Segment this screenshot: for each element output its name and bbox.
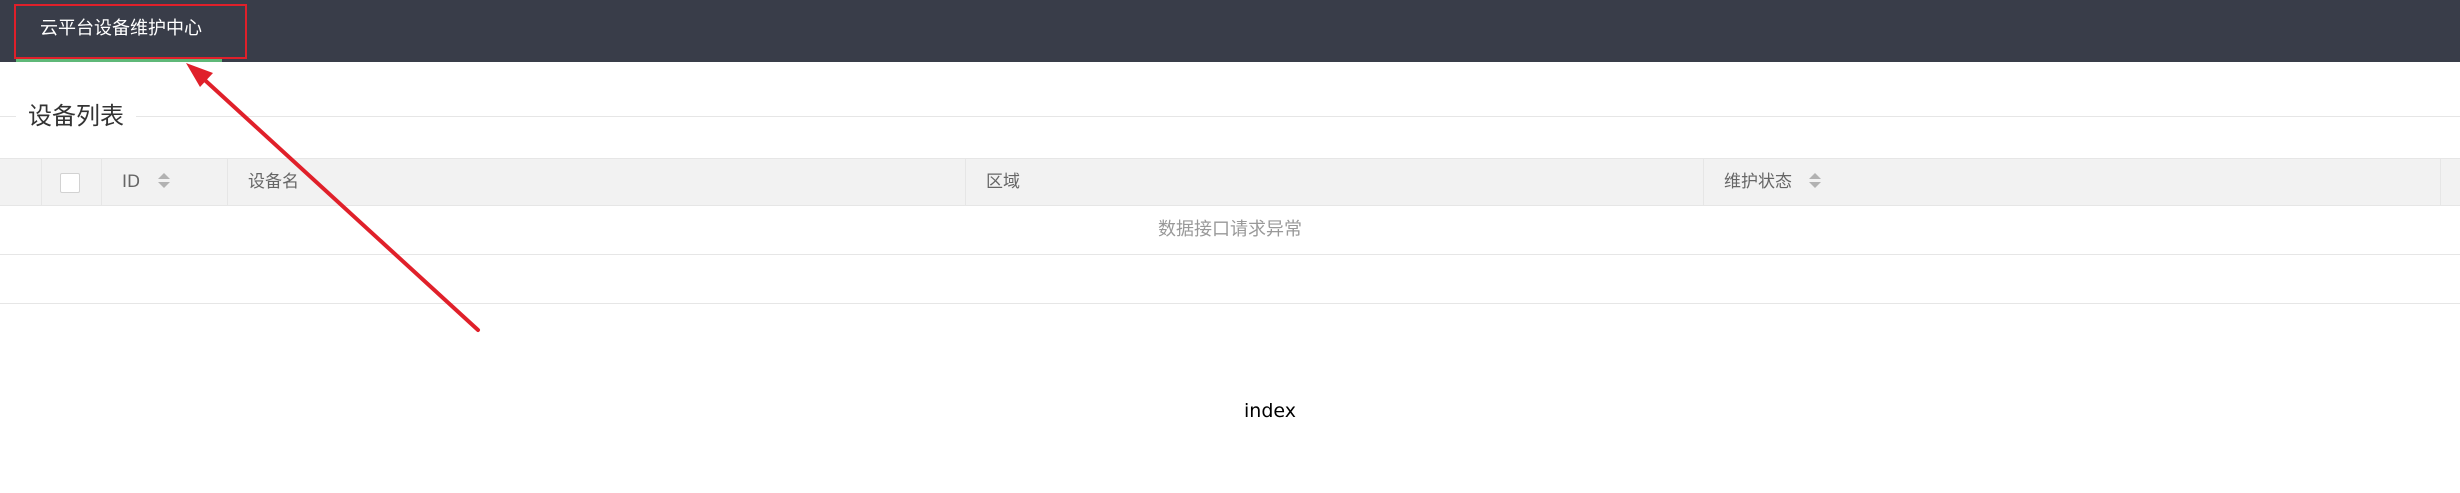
- header-spacer: [0, 159, 42, 206]
- nav-active-indicator: [16, 57, 222, 62]
- sort-arrows-icon[interactable]: [157, 173, 170, 189]
- device-table: ID 设备名 区域 维护状态 数据接口请求异常: [0, 158, 2460, 304]
- nav-item-label: 云平台设备维护中心: [40, 18, 202, 39]
- select-all-checkbox[interactable]: [60, 173, 80, 193]
- column-header-region: 区域: [966, 159, 1704, 206]
- column-header-region-label: 区域: [986, 172, 1020, 192]
- column-header-status[interactable]: 维护状态: [1704, 159, 2441, 206]
- column-header-name-label: 设备名: [248, 172, 299, 192]
- table-row: [0, 255, 2460, 304]
- header-select-all: [42, 159, 102, 206]
- top-nav-bar: 云平台设备维护中心: [0, 0, 2460, 62]
- nav-item-device-maintenance-center[interactable]: 云平台设备维护中心: [16, 0, 222, 62]
- header-tail-spacer: [2441, 159, 2460, 206]
- annotation-arrow-head: [186, 63, 213, 87]
- column-header-id-label: ID: [122, 172, 141, 192]
- footer-text: index: [1244, 400, 1296, 422]
- table-empty-row: 数据接口请求异常: [0, 206, 2460, 255]
- table-empty-message: 数据接口请求异常: [1158, 219, 1302, 240]
- column-header-status-label: 维护状态: [1724, 172, 1792, 192]
- column-header-name: 设备名: [228, 159, 966, 206]
- sort-arrows-icon[interactable]: [1809, 173, 1822, 189]
- table-header: ID 设备名 区域 维护状态: [0, 158, 2460, 206]
- column-header-id[interactable]: ID: [102, 159, 228, 206]
- section-title: 设备列表: [16, 100, 136, 132]
- fieldset-divider: [0, 116, 2460, 117]
